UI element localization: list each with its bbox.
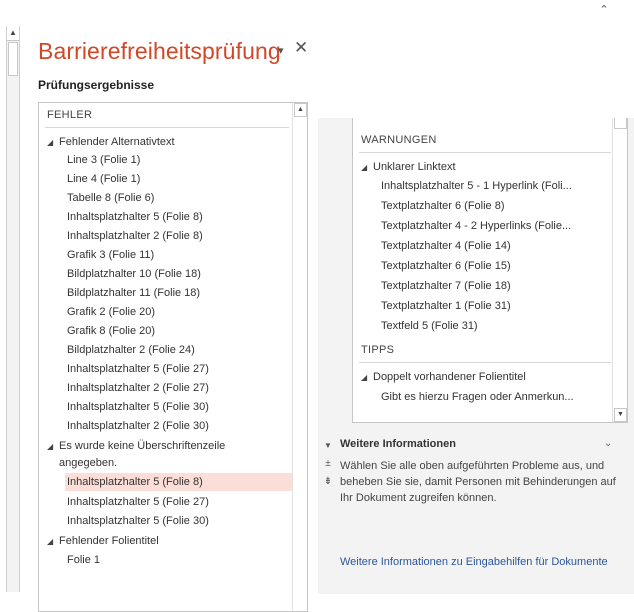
tree-item[interactable]: Folie 1 bbox=[67, 551, 100, 569]
tree-item[interactable]: Textplatzhalter 6 (Folie 8) bbox=[381, 197, 505, 215]
tree-item[interactable]: Grafik 8 (Folie 20) bbox=[67, 322, 155, 340]
section-divider bbox=[359, 362, 611, 363]
tree-item[interactable]: Inhaltsplatzhalter 5 (Folie 27) bbox=[67, 360, 209, 378]
tree-item[interactable]: Inhaltsplatzhalter 5 - 1 Hyperlink (Foli… bbox=[381, 177, 572, 195]
tree-category-missing-slide-title[interactable]: ◢ Fehlender Folientitel bbox=[47, 532, 159, 550]
results-heading: Prüfungsergebnisse bbox=[38, 78, 155, 92]
more-info-text: Wählen Sie alle oben aufgeführten Proble… bbox=[340, 460, 616, 504]
results-scrollbar[interactable]: ▼ bbox=[612, 118, 627, 422]
tree-item[interactable]: Inhaltsplatzhalter 2 (Folie 30) bbox=[67, 417, 209, 435]
expanded-triangle-icon[interactable]: ◢ bbox=[47, 533, 59, 551]
tree-item[interactable]: Tabelle 8 (Folie 6) bbox=[67, 189, 154, 207]
expanded-triangle-icon[interactable]: ◢ bbox=[361, 159, 373, 177]
tree-item[interactable]: Bildplatzhalter 2 (Folie 24) bbox=[67, 341, 195, 359]
tree-category-missing-alt-text[interactable]: ◢ Fehlender Alternativtext bbox=[47, 133, 175, 151]
tree-category-unclear-link-text[interactable]: ◢ Unklarer Linktext bbox=[361, 158, 456, 176]
pane-title: Barrierefreiheitsprüfung bbox=[38, 38, 281, 64]
tree-category-no-header-row[interactable]: ◢ Es wurde keine Überschriftenzeile bbox=[47, 437, 225, 455]
tree-item-selected[interactable]: Inhaltsplatzhalter 5 (Folie 8) bbox=[65, 473, 297, 491]
more-info-link[interactable]: Weitere Informationen zu Eingabehilfen f… bbox=[340, 554, 624, 570]
pane-options-dropdown-icon[interactable]: ▾ bbox=[278, 44, 284, 57]
tree-item[interactable]: Inhaltsplatzhalter 2 (Folie 27) bbox=[67, 379, 209, 397]
category-label-continued: angegeben. bbox=[59, 457, 118, 469]
category-label: Fehlender Folientitel bbox=[59, 535, 159, 547]
scroll-step-arrows-icon[interactable]: ± bbox=[322, 458, 334, 470]
tree-item[interactable]: Inhaltsplatzhalter 5 (Folie 30) bbox=[67, 512, 209, 530]
tree-item[interactable]: Textplatzhalter 4 (Folie 14) bbox=[381, 237, 511, 255]
tree-item[interactable]: Inhaltsplatzhalter 5 (Folie 30) bbox=[67, 398, 209, 416]
tree-item[interactable]: Textplatzhalter 6 (Folie 15) bbox=[381, 257, 511, 275]
inspection-results-list[interactable]: FEHLER ◢ Fehlender Alternativtext Line 3 … bbox=[38, 102, 308, 612]
category-label: Es wurde keine Überschriftenzeile bbox=[59, 440, 226, 452]
tree-item[interactable]: Bildplatzhalter 10 (Folie 18) bbox=[67, 265, 201, 283]
section-divider bbox=[359, 152, 611, 153]
more-info-title[interactable]: Weitere Informationen bbox=[340, 438, 456, 450]
tree-item[interactable]: Bildplatzhalter 11 (Folie 18) bbox=[67, 284, 200, 302]
expanded-triangle-icon[interactable]: ◢ bbox=[361, 369, 373, 387]
tree-item[interactable]: Inhaltsplatzhalter 5 (Folie 8) bbox=[67, 208, 203, 226]
chevron-down-icon[interactable]: ⌄ bbox=[604, 438, 612, 449]
results-scrollbar[interactable]: ▲ bbox=[292, 103, 307, 611]
scroll-to-end-icon[interactable]: ⇟ bbox=[322, 476, 334, 488]
tree-item[interactable]: Inhaltsplatzhalter 5 (Folie 27) bbox=[67, 493, 209, 511]
tree-item[interactable]: Textplatzhalter 7 (Folie 18) bbox=[381, 277, 511, 295]
tree-item[interactable]: Textfeld 5 (Folie 31) bbox=[381, 317, 478, 335]
tree-item[interactable]: Gibt es hierzu Fragen oder Anmerkun... bbox=[381, 388, 574, 406]
outer-scrollbar[interactable]: ▲ bbox=[6, 26, 20, 592]
category-label: Doppelt vorhandener Folientitel bbox=[373, 371, 526, 383]
scroll-down-arrow-icon[interactable]: ▼ bbox=[322, 440, 334, 452]
tree-item[interactable]: Grafik 2 (Folie 20) bbox=[67, 303, 155, 321]
scrollbar-thumb[interactable] bbox=[8, 42, 18, 76]
tips-section-header: TIPPS bbox=[361, 344, 395, 356]
inspection-results-list-lower[interactable]: WARNUNGEN ◢ Unklarer Linktext Inhaltsplat… bbox=[352, 118, 628, 423]
tree-item[interactable]: Grafik 3 (Folie 11) bbox=[67, 246, 154, 264]
tree-item[interactable]: Line 4 (Folie 1) bbox=[67, 170, 140, 188]
scroll-up-arrow-icon[interactable]: ▲ bbox=[7, 26, 19, 41]
expanded-triangle-icon[interactable]: ◢ bbox=[47, 438, 59, 456]
tree-category-duplicate-slide-title[interactable]: ◢ Doppelt vorhandener Folientitel bbox=[361, 368, 526, 386]
close-icon[interactable]: ✕ bbox=[294, 38, 308, 58]
tree-item[interactable]: Line 3 (Folie 1) bbox=[67, 151, 140, 169]
errors-section-header: FEHLER bbox=[47, 109, 93, 121]
scroll-down-arrow-icon[interactable]: ▼ bbox=[614, 408, 627, 422]
category-label: Unklarer Linktext bbox=[373, 161, 456, 173]
section-divider bbox=[45, 127, 289, 128]
tree-item[interactable]: Inhaltsplatzhalter 2 (Folie 8) bbox=[67, 227, 203, 245]
accessibility-pane-lower: WARNUNGEN ◢ Unklarer Linktext Inhaltsplat… bbox=[318, 118, 634, 594]
scroll-up-arrow-icon[interactable]: ▲ bbox=[294, 103, 307, 117]
tree-item[interactable]: Textplatzhalter 4 - 2 Hyperlinks (Folie.… bbox=[381, 217, 571, 235]
accessibility-pane: ▲ Barrierefreiheitsprüfung ▾ ✕ Prüfungse… bbox=[0, 18, 318, 612]
scroll-up-chevron-icon[interactable]: ⌃ bbox=[596, 4, 612, 16]
category-label: Fehlender Alternativtext bbox=[59, 136, 175, 148]
expanded-triangle-icon[interactable]: ◢ bbox=[47, 134, 59, 152]
scrollbar-thumb[interactable] bbox=[614, 118, 627, 129]
warnings-section-header: WARNUNGEN bbox=[361, 134, 437, 146]
tree-item[interactable]: Textplatzhalter 1 (Folie 31) bbox=[381, 297, 511, 315]
